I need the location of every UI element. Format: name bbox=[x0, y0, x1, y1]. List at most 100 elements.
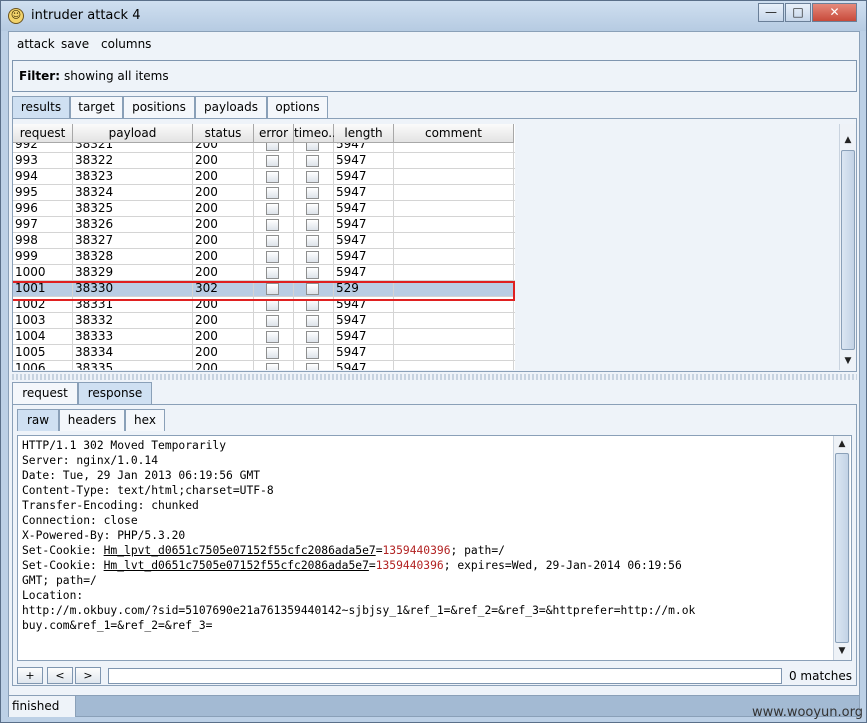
response-text: Server: nginx/1.0.14 bbox=[22, 454, 159, 467]
next-match-button[interactable]: > bbox=[75, 667, 101, 684]
table-row[interactable]: 998 38327 200 5947 bbox=[13, 233, 515, 249]
response-line: Transfer-Encoding: chunked bbox=[22, 498, 832, 513]
tab-raw[interactable]: raw bbox=[17, 409, 59, 431]
cell-error bbox=[254, 281, 294, 297]
response-scroll-down-icon[interactable]: ▼ bbox=[834, 643, 850, 659]
tab-options[interactable]: options bbox=[267, 96, 328, 118]
column-header[interactable]: length bbox=[334, 124, 394, 143]
table-row[interactable]: 993 38322 200 5947 bbox=[13, 153, 515, 169]
cell-timeout bbox=[294, 143, 334, 153]
table-row[interactable]: 994 38323 200 5947 bbox=[13, 169, 515, 185]
table-row[interactable]: 1004 38333 200 5947 bbox=[13, 329, 515, 345]
cell-status: 200 bbox=[193, 233, 254, 249]
response-line: Server: nginx/1.0.14 bbox=[22, 453, 832, 468]
error-checkbox bbox=[266, 251, 279, 263]
response-line: buy.com&ref_1=&ref_2=&ref_3= bbox=[22, 618, 832, 633]
tab-headers[interactable]: headers bbox=[59, 409, 125, 431]
cell-timeout bbox=[294, 201, 334, 217]
title-bar[interactable]: ☺ intruder attack 4 — □ ✕ bbox=[1, 1, 866, 31]
response-scroll-up-icon[interactable]: ▲ bbox=[834, 436, 850, 452]
cell-comment bbox=[394, 249, 514, 265]
tab-positions[interactable]: positions bbox=[123, 96, 195, 118]
response-text: Transfer-Encoding: chunked bbox=[22, 499, 199, 512]
timeout-checkbox bbox=[306, 267, 319, 279]
cell-payload: 38326 bbox=[73, 217, 193, 233]
column-header[interactable]: error bbox=[254, 124, 294, 143]
cell-timeout bbox=[294, 361, 334, 370]
tab-hex[interactable]: hex bbox=[125, 409, 165, 431]
menu-attack[interactable]: attack bbox=[17, 37, 55, 51]
response-text: HTTP/1.1 302 Moved Temporarily bbox=[22, 439, 227, 452]
search-input[interactable] bbox=[108, 668, 782, 684]
table-row-selected[interactable]: 1001 38330 302 529 bbox=[13, 281, 515, 297]
table-row[interactable]: 1000 38329 200 5947 bbox=[13, 265, 515, 281]
cell-length: 5947 bbox=[334, 297, 394, 313]
response-text-area[interactable]: HTTP/1.1 302 Moved Temporarily Server: ng… bbox=[17, 435, 852, 661]
table-row[interactable]: 992 38321 200 5947 bbox=[13, 143, 515, 153]
table-row[interactable]: 995 38324 200 5947 bbox=[13, 185, 515, 201]
menu-save[interactable]: save bbox=[61, 37, 89, 51]
maximize-button[interactable]: □ bbox=[785, 3, 811, 22]
cell-length: 5947 bbox=[334, 265, 394, 281]
response-line: Set-Cookie: Hm_lvt_d0651c7505e07152f55cf… bbox=[22, 558, 832, 573]
results-table[interactable]: request payload status error timeo... length c… bbox=[13, 124, 515, 370]
tab-payloads[interactable]: payloads bbox=[195, 96, 267, 118]
cell-comment bbox=[394, 281, 514, 297]
cell-status: 200 bbox=[193, 153, 254, 169]
scroll-thumb[interactable] bbox=[841, 150, 855, 350]
column-header[interactable]: status bbox=[193, 124, 254, 143]
add-button[interactable]: + bbox=[17, 667, 43, 684]
cell-payload: 38322 bbox=[73, 153, 193, 169]
cell-status: 200 bbox=[193, 313, 254, 329]
timeout-checkbox bbox=[306, 299, 319, 311]
column-header[interactable]: timeo... bbox=[294, 124, 340, 143]
cell-timeout bbox=[294, 265, 334, 281]
response-scrollbar[interactable]: ▲ ▼ bbox=[833, 436, 850, 660]
tab-results[interactable]: results bbox=[12, 96, 70, 118]
scroll-up-icon[interactable]: ▲ bbox=[840, 132, 856, 148]
table-row[interactable]: 999 38328 200 5947 bbox=[13, 249, 515, 265]
cell-comment bbox=[394, 143, 514, 153]
filter-bar[interactable]: Filter: showing all items bbox=[12, 60, 857, 92]
table-row[interactable]: 1002 38331 200 5947 bbox=[13, 297, 515, 313]
response-scroll-thumb[interactable] bbox=[835, 453, 849, 643]
close-button[interactable]: ✕ bbox=[812, 3, 857, 22]
cell-error bbox=[254, 143, 294, 153]
cell-status: 200 bbox=[193, 185, 254, 201]
response-text: ; expires=Wed, 29-Jan-2014 06:19:56 bbox=[443, 559, 682, 572]
tab-request[interactable]: request bbox=[12, 382, 78, 404]
timeout-checkbox bbox=[306, 203, 319, 215]
tab-response[interactable]: response bbox=[78, 382, 152, 404]
menu-columns[interactable]: columns bbox=[101, 37, 151, 51]
cookie-name: Hm_lvt_d0651c7505e07152f55cfc2086ada5e7 bbox=[103, 559, 369, 572]
cell-timeout bbox=[294, 185, 334, 201]
error-checkbox bbox=[266, 219, 279, 231]
cell-length: 5947 bbox=[334, 153, 394, 169]
cell-error bbox=[254, 169, 294, 185]
table-row[interactable]: 1006 38335 200 5947 bbox=[13, 361, 515, 370]
timeout-checkbox bbox=[306, 363, 319, 370]
cell-length: 5947 bbox=[334, 201, 394, 217]
response-text: Set-Cookie: bbox=[22, 544, 104, 557]
column-header[interactable]: request bbox=[13, 124, 73, 143]
table-row[interactable]: 996 38325 200 5947 bbox=[13, 201, 515, 217]
timeout-checkbox bbox=[306, 283, 319, 295]
response-body: HTTP/1.1 302 Moved Temporarily Server: ng… bbox=[22, 438, 832, 633]
table-row[interactable]: 1005 38334 200 5947 bbox=[13, 345, 515, 361]
cell-error bbox=[254, 345, 294, 361]
tab-target[interactable]: target bbox=[70, 96, 123, 118]
table-row[interactable]: 1003 38332 200 5947 bbox=[13, 313, 515, 329]
column-header[interactable]: comment bbox=[394, 124, 514, 143]
results-scrollbar[interactable]: ▲ ▼ bbox=[839, 124, 856, 370]
column-header[interactable]: payload bbox=[73, 124, 193, 143]
cell-error bbox=[254, 297, 294, 313]
cell-timeout bbox=[294, 249, 334, 265]
cell-length: 529 bbox=[334, 281, 394, 297]
previous-match-button[interactable]: < bbox=[47, 667, 73, 684]
minimize-button[interactable]: — bbox=[758, 3, 784, 22]
scroll-down-icon[interactable]: ▼ bbox=[840, 353, 856, 369]
split-pane-divider[interactable] bbox=[12, 374, 857, 380]
cell-timeout bbox=[294, 345, 334, 361]
table-row[interactable]: 997 38326 200 5947 bbox=[13, 217, 515, 233]
response-text: Set-Cookie: bbox=[22, 559, 104, 572]
